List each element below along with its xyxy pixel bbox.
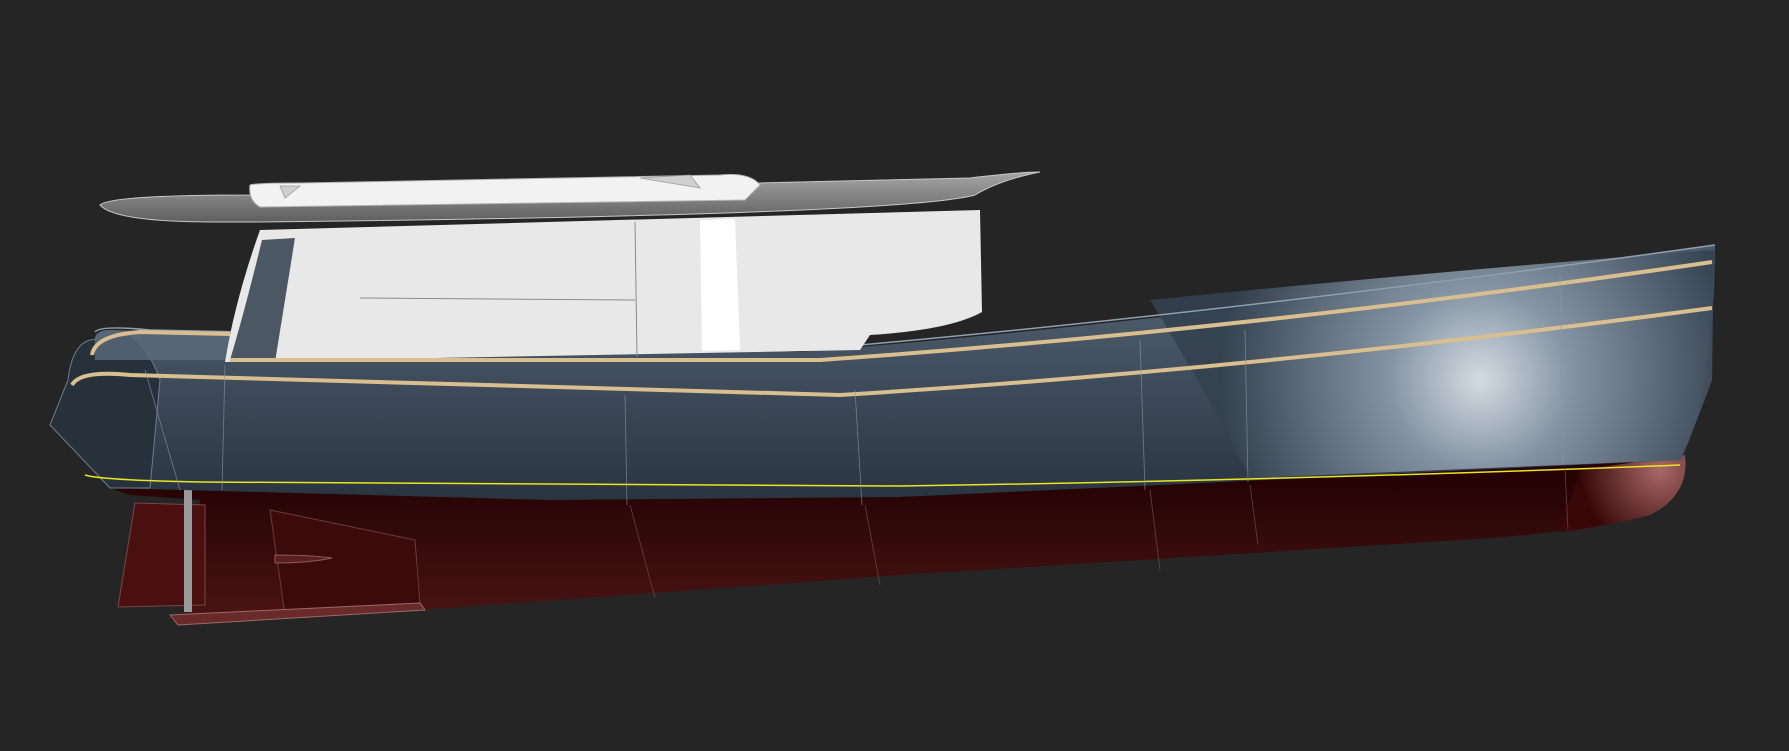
boat-render-svg xyxy=(0,0,1789,751)
cabin-bright-panel xyxy=(700,219,740,351)
render-canvas xyxy=(0,0,1789,751)
